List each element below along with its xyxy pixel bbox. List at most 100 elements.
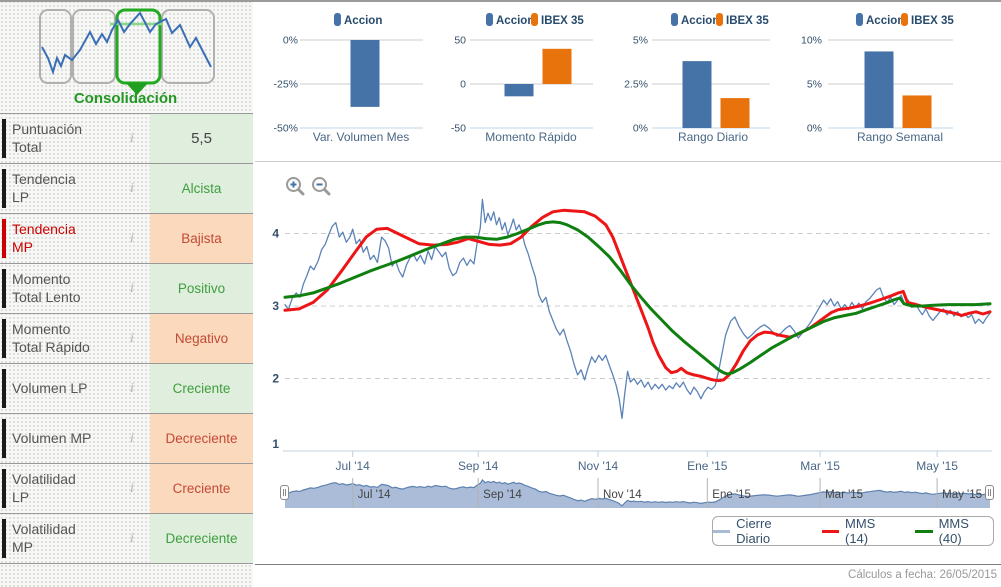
legend-label: Cierre Diario	[736, 516, 806, 546]
pattern-state-1[interactable]	[40, 10, 71, 83]
panel-bottom-border	[255, 564, 1001, 565]
legend-item-mms14[interactable]: MMS (14)	[822, 516, 900, 546]
calculation-date: Cálculos a fecha: 26/05/2015	[848, 569, 997, 581]
mini-chart-title: Momento Rápido	[485, 130, 577, 144]
mini-ytick-label: 2.5%	[624, 79, 648, 91]
navigator-x-label: Jul '14	[358, 489, 391, 501]
mini-legend-marker[interactable]	[716, 13, 723, 26]
indicator-label: Volumen LP	[12, 364, 92, 413]
zoom-out-icon[interactable]	[311, 176, 331, 196]
mini-legend-marker[interactable]	[334, 13, 341, 26]
legend-label: MMS (40)	[939, 516, 993, 546]
bar-IBEX 35[interactable]	[721, 98, 750, 128]
indicator-row: Volatilidad LP i Creciente	[0, 463, 253, 513]
mms40-swatch	[915, 530, 932, 533]
bar-Accion[interactable]	[865, 51, 894, 128]
indicator-label: Momento Total Rápido	[12, 314, 92, 363]
indicator-label: Tendencia MP	[12, 214, 92, 263]
mini-ytick-label: 0%	[633, 123, 648, 135]
navigator-handle-left[interactable]	[280, 485, 289, 500]
info-icon[interactable]: i	[124, 114, 140, 163]
pattern-state-3-selected[interactable]	[117, 10, 160, 83]
x-axis-label: Nov '14	[578, 459, 619, 473]
mms14-swatch	[822, 530, 839, 533]
pattern-sparkline	[42, 13, 211, 72]
row-accent-bar	[2, 469, 6, 508]
row-accent-bar	[2, 119, 6, 158]
info-icon[interactable]: i	[124, 314, 140, 363]
mini-legend-label[interactable]: Accion	[681, 15, 719, 27]
info-icon[interactable]: i	[124, 214, 140, 263]
mini-legend-label[interactable]: IBEX 35	[541, 15, 584, 27]
indicator-label: Tendencia LP	[12, 164, 92, 213]
mini-legend-label[interactable]: Accion	[866, 15, 904, 27]
y-axis-label: 4	[272, 227, 279, 241]
mini-ytick-label: 5%	[807, 79, 822, 91]
pattern-state-selector	[28, 6, 223, 101]
indicator-row: Tendencia LP i Alcista	[0, 163, 253, 213]
indicator-value: Creciente	[150, 364, 253, 413]
navigator-x-label: Sep '14	[483, 489, 522, 501]
bar-Accion[interactable]	[505, 84, 534, 96]
mini-ytick-label: -50	[451, 123, 466, 135]
mini-legend-marker[interactable]	[856, 13, 863, 26]
indicator-table: Puntuación Total i 5,5 Tendencia LP i Al…	[0, 113, 253, 564]
row-accent-bar	[2, 419, 6, 458]
info-icon[interactable]: i	[124, 514, 140, 563]
indicator-row: Tendencia MP i Bajista	[0, 213, 253, 263]
navigator-x-label: Ene '15	[712, 489, 751, 501]
mini-legend-label[interactable]: IBEX 35	[726, 15, 769, 27]
mini-legend-marker[interactable]	[531, 13, 538, 26]
mini-ytick-label: 5%	[633, 35, 648, 47]
pattern-state-label: Consolidación	[18, 90, 233, 107]
zoom-controls	[285, 176, 331, 196]
zoom-in-icon[interactable]	[285, 176, 305, 196]
y-axis-label: 3	[272, 299, 279, 313]
mini-ytick-label: 10%	[801, 35, 822, 47]
indicator-value: Positivo	[150, 264, 253, 313]
indicator-value: Decreciente	[150, 514, 253, 563]
bar-IBEX 35[interactable]	[903, 95, 932, 128]
legend-item-cierre-diario[interactable]: Cierre Diario	[713, 516, 806, 546]
pattern-state-2[interactable]	[73, 10, 115, 83]
bar-Accion[interactable]	[683, 61, 712, 128]
navigator-handle-right[interactable]	[985, 485, 994, 500]
indicator-value: Alcista	[150, 164, 253, 213]
mini-legend-marker[interactable]	[486, 13, 493, 26]
indicator-label: Volatilidad LP	[12, 464, 92, 513]
bar-IBEX 35[interactable]	[543, 49, 572, 84]
page-top-border	[0, 0, 1001, 2]
info-icon[interactable]: i	[124, 464, 140, 513]
mini-ytick-label: 0	[460, 79, 466, 91]
navigator-x-label: Mar '15	[825, 489, 863, 501]
row-accent-bar	[2, 269, 6, 308]
indicator-value: 5,5	[150, 114, 253, 163]
x-axis-label: May '15	[916, 459, 958, 473]
indicator-row: Puntuación Total i 5,5	[0, 113, 253, 163]
info-icon[interactable]: i	[124, 414, 140, 463]
indicator-value: Creciente	[150, 464, 253, 513]
info-icon[interactable]: i	[124, 164, 140, 213]
mini-ytick-label: -50%	[273, 123, 298, 135]
mini-legend-label[interactable]: Accion	[496, 15, 534, 27]
mini-legend-label[interactable]: IBEX 35	[911, 15, 954, 27]
mini-legend-label[interactable]: Accion	[344, 15, 382, 27]
info-icon[interactable]: i	[124, 264, 140, 313]
row-accent-bar	[2, 319, 6, 358]
row-accent-bar	[2, 169, 6, 208]
pattern-state-4[interactable]	[162, 10, 214, 83]
navigator-x-label: May '15	[942, 489, 982, 501]
bar-Accion[interactable]	[351, 40, 380, 107]
navigator-x-label: Nov '14	[603, 489, 642, 501]
mini-chart-title: Rango Semanal	[857, 130, 943, 144]
legend-label: MMS (14)	[845, 516, 899, 546]
chart-panel: 0%-25%-50%AccionVar. Volumen Mes500-50Ac…	[255, 0, 1001, 587]
indicator-value: Decreciente	[150, 414, 253, 463]
info-icon[interactable]: i	[124, 364, 140, 413]
mini-legend-marker[interactable]	[671, 13, 678, 26]
indicator-value: Negativo	[150, 314, 253, 363]
indicator-panel: Consolidación Puntuación Total i 5,5 Ten…	[0, 0, 253, 587]
mini-legend-marker[interactable]	[901, 13, 908, 26]
indicator-label: Momento Total Lento	[12, 264, 92, 313]
legend-item-mms40[interactable]: MMS (40)	[915, 516, 993, 546]
